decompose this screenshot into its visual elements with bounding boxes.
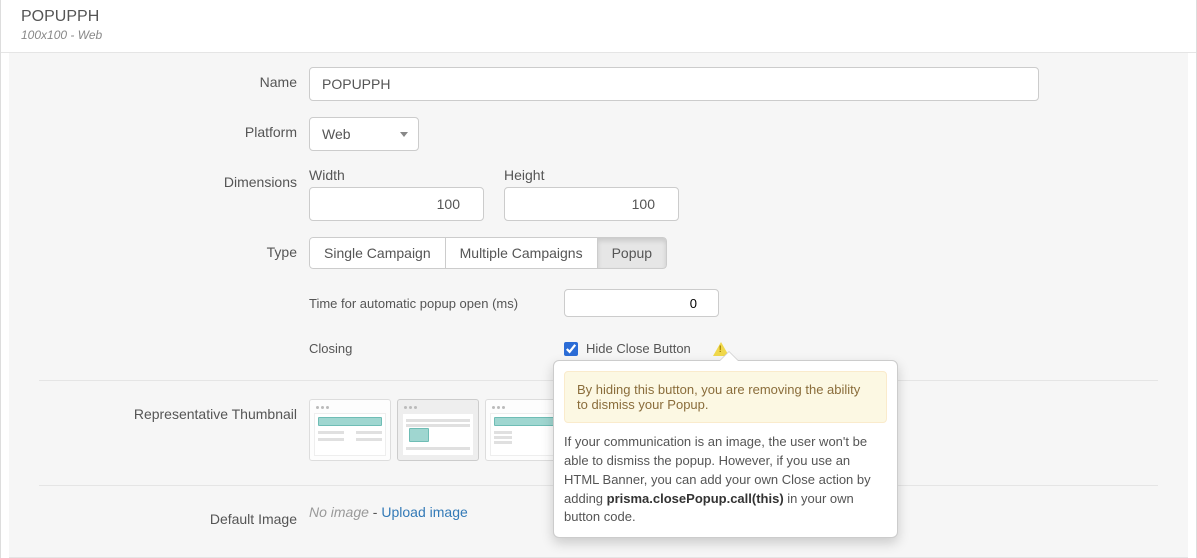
thumbnail-option-2[interactable] [397,399,479,461]
separator: - [369,504,381,520]
thumbnail-label: Representative Thumbnail [9,399,309,422]
chevron-down-icon [400,132,408,137]
panel-title: POPUPPH [21,8,1176,26]
warning-popover: By hiding this button, you are removing … [553,360,898,538]
popover-body: If your communication is an image, the u… [564,433,887,527]
platform-value: Web [322,126,351,142]
panel-header: POPUPPH 100x100 - Web [1,0,1196,53]
width-input[interactable] [309,187,484,221]
height-input[interactable] [504,187,679,221]
popover-alert: By hiding this button, you are removing … [564,371,887,423]
hide-close-label: Hide Close Button [586,341,691,356]
name-label: Name [9,67,309,90]
closing-label: Closing [309,341,564,356]
platform-label: Platform [9,117,309,140]
name-input[interactable] [309,67,1039,101]
default-image-label: Default Image [9,504,309,527]
type-option-multiple[interactable]: Multiple Campaigns [445,237,598,269]
no-image-text: No image [309,504,369,520]
width-label: Width [309,167,484,183]
hide-close-checkbox[interactable] [564,342,578,356]
type-option-popup[interactable]: Popup [597,237,667,269]
panel-subtitle: 100x100 - Web [21,28,1176,42]
height-label: Height [504,167,679,183]
dimensions-label: Dimensions [9,167,309,190]
type-option-single[interactable]: Single Campaign [309,237,446,269]
thumbnail-option-1[interactable] [309,399,391,461]
popover-code: prisma.closePopup.call(this) [607,491,784,506]
popup-time-label: Time for automatic popup open (ms) [309,296,564,311]
platform-select[interactable]: Web [309,117,419,151]
type-label: Type [9,237,309,260]
type-button-group: Single Campaign Multiple Campaigns Popup [309,237,667,269]
upload-image-link[interactable]: Upload image [381,504,467,520]
popup-time-input[interactable] [564,289,719,317]
